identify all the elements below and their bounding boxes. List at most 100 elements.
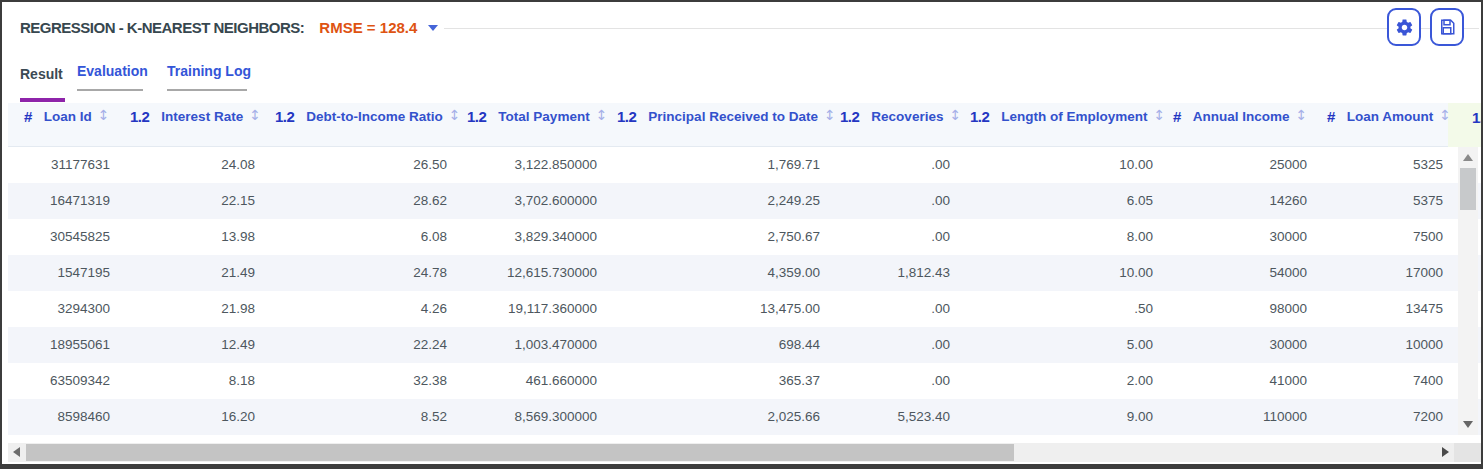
integer-type-icon: # (1327, 108, 1335, 125)
sort-icon[interactable]: ↕ (824, 107, 836, 123)
tab-evaluation[interactable]: Evaluation (77, 63, 148, 79)
decimal-type-icon: 1.2 (970, 108, 989, 125)
table-cell: 54000 (1165, 255, 1319, 291)
table-row[interactable]: 329430021.984.2619,117.36000013,475.00.0… (8, 291, 1481, 327)
table-cell: 8,569.300000 (459, 399, 609, 435)
metric-dropdown[interactable]: RMSE = 128.4 (319, 19, 438, 36)
table-cell: 7500 (1319, 219, 1448, 255)
column-header-prediction[interactable]: 1.2 (1448, 103, 1481, 147)
table-cell: 3,122.850000 (459, 147, 609, 183)
table-cell: 8.18 (122, 363, 267, 399)
column-header-loan-id[interactable]: #Loan Id↕ (8, 104, 122, 128)
table-cell: 16471319 (8, 183, 122, 219)
table-cell: .00 (832, 327, 962, 363)
vertical-scrollbar[interactable] (1458, 147, 1478, 435)
column-label: Annual Income (1193, 109, 1290, 124)
sort-icon[interactable]: ↕ (98, 107, 110, 123)
table-cell: 5375 (1319, 183, 1448, 219)
column-label: Recoveries (871, 109, 943, 124)
table-cell: 3,702.600000 (459, 183, 609, 219)
decimal-type-icon: 1.2 (275, 108, 294, 125)
scroll-left-arrow[interactable] (13, 447, 20, 457)
sort-icon[interactable]: ↕ (1439, 107, 1451, 123)
table-cell: .00 (832, 291, 962, 327)
table-cell: 365.37 (609, 363, 832, 399)
settings-button[interactable] (1387, 8, 1421, 46)
table-cell: 13.98 (122, 219, 267, 255)
table-cell: 21.98 (122, 291, 267, 327)
table-cell: 3294300 (8, 291, 122, 327)
integer-type-icon: # (1173, 108, 1181, 125)
sort-icon[interactable]: ↕ (1296, 107, 1308, 123)
table-cell: 5,523.40 (832, 399, 962, 435)
scrollbar-corner (1454, 443, 1481, 462)
table-cell: 5.00 (962, 327, 1165, 363)
sort-icon[interactable]: ↕ (249, 107, 261, 123)
table-cell: 30000 (1165, 327, 1319, 363)
table-cell: 8.00 (962, 219, 1165, 255)
table-cell: 98000 (1165, 291, 1319, 327)
tab-result[interactable]: Result (20, 66, 63, 82)
table-cell: 14260 (1165, 183, 1319, 219)
table-cell: 698.44 (609, 327, 832, 363)
tab-underline (167, 89, 247, 91)
scroll-down-arrow[interactable] (1463, 421, 1473, 428)
table-cell: 2,025.66 (609, 399, 832, 435)
table-cell: 25000 (1165, 147, 1319, 183)
table-cell: 19,117.360000 (459, 291, 609, 327)
table-viewport: #Loan Id↕1.2Interest Rate↕ 1.2 Debt-to-Inc… (8, 103, 1481, 435)
table-cell: 30545825 (8, 219, 122, 255)
table-cell: 18955061 (8, 327, 122, 363)
sort-icon[interactable]: ↕ (949, 107, 961, 123)
gear-icon (1395, 18, 1414, 37)
decimal-type-icon: 1.2 (617, 108, 636, 125)
table-cell: 10000 (1319, 327, 1448, 363)
vertical-scrollbar-thumb[interactable] (1460, 168, 1476, 210)
table-cell: .00 (832, 147, 962, 183)
sort-icon[interactable]: ↕ (596, 107, 608, 123)
table-cell: 3,829.340000 (459, 219, 609, 255)
tab-training-log[interactable]: Training Log (167, 63, 251, 79)
sort-icon[interactable]: ↕ (449, 107, 461, 123)
table-cell: 21.49 (122, 255, 267, 291)
save-button[interactable] (1430, 8, 1464, 46)
column-header-annual-income[interactable]: # Annual Income ↕ (1165, 104, 1319, 128)
horizontal-scrollbar-thumb[interactable] (26, 444, 1014, 461)
table-row[interactable]: 1647131922.1528.623,702.6000002,249.25.0… (8, 183, 1481, 219)
table-cell: 1,003.470000 (459, 327, 609, 363)
table-cell: 7200 (1319, 399, 1448, 435)
table-cell: 28.62 (267, 183, 459, 219)
table-cell: 24.08 (122, 147, 267, 183)
column-header-recoveries[interactable]: 1.2Recoveries↕ (832, 104, 962, 128)
table-row[interactable]: 635093428.1832.38461.660000365.37.002.00… (8, 363, 1481, 399)
column-header-debt-to-income-ratio[interactable]: 1.2 Debt-to-Income Ratio ↕ (267, 104, 459, 128)
column-header-total-payment[interactable]: 1.2Total Payment↕ (459, 104, 609, 128)
table-cell: 6.08 (267, 219, 459, 255)
header-divider (444, 28, 1479, 29)
table-cell: 1,769.71 (609, 147, 832, 183)
decimal-type-icon: 1.2 (467, 108, 486, 125)
column-header-loan-amount[interactable]: # Loan Amount ↕ (1319, 104, 1448, 128)
table-cell: 22.15 (122, 183, 267, 219)
table-cell: 7400 (1319, 363, 1448, 399)
table-cell: 22.24 (267, 327, 459, 363)
sort-icon[interactable]: ↕ (1154, 107, 1166, 123)
table-cell: 2.00 (962, 363, 1165, 399)
scroll-right-arrow[interactable] (1442, 447, 1449, 457)
table-row[interactable]: 3117763124.0826.503,122.8500001,769.71.0… (8, 147, 1481, 183)
column-header-length-of-employment[interactable]: 1.2Length of Employment↕ (962, 104, 1165, 128)
table-cell: 32.38 (267, 363, 459, 399)
column-header-principal-received-to-date[interactable]: 1.2Principal Received to Date↕ (609, 104, 832, 128)
table-row[interactable]: 1895506112.4922.241,003.470000698.44.005… (8, 327, 1481, 363)
column-header-interest-rate[interactable]: 1.2Interest Rate↕ (122, 104, 267, 128)
horizontal-scrollbar[interactable] (8, 443, 1454, 462)
table-cell: 8598460 (8, 399, 122, 435)
app-window: REGRESSION - K-NEAREST NEIGHBORS: RMSE =… (0, 0, 1483, 469)
scroll-up-arrow[interactable] (1463, 154, 1473, 161)
table-row[interactable]: 3054582513.986.083,829.3400002,750.67.00… (8, 219, 1481, 255)
table-cell: 5325 (1319, 147, 1448, 183)
column-label: Loan Amount (1347, 109, 1433, 124)
column-label: Debt-to-Income Ratio (306, 109, 443, 124)
table-row[interactable]: 859846016.208.528,569.3000002,025.665,52… (8, 399, 1481, 435)
table-row[interactable]: 154719521.4924.7812,615.7300004,359.001,… (8, 255, 1481, 291)
